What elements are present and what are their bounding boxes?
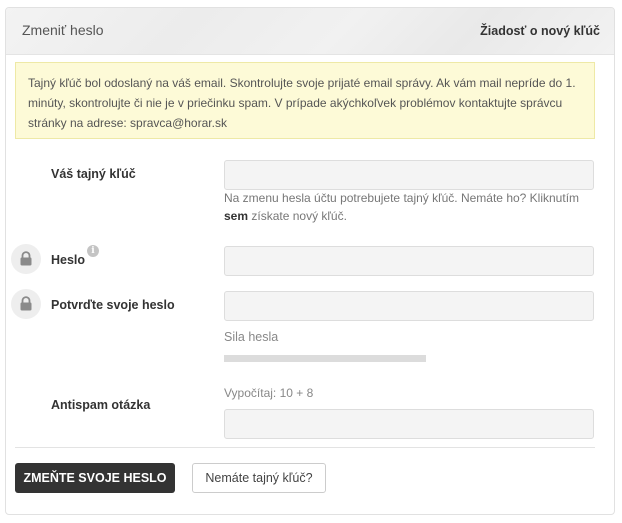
no-secret-key-button[interactable]: Nemáte tajný kľúč?	[192, 463, 326, 493]
panel-title: Zmeniť heslo	[22, 22, 104, 38]
password-lock-icon	[11, 244, 41, 274]
alert-text: Tajný kľúč bol odoslaný na váš email. Sk…	[28, 76, 576, 130]
help-text-before: Na zmenu hesla účtu potrebujete tajný kľ…	[224, 191, 580, 205]
antispam-label: Antispam otázka	[51, 398, 151, 412]
info-icon[interactable]: i	[87, 245, 99, 257]
info-alert: Tajný kľúč bol odoslaný na váš email. Sk…	[15, 62, 595, 139]
panel-header: Zmeniť heslo Žiadosť o nový kľúč	[6, 8, 614, 55]
secret-key-input[interactable]	[224, 160, 594, 190]
password-strength-label: Sila hesla	[224, 330, 279, 344]
help-link-here[interactable]: sem	[224, 209, 248, 223]
divider	[15, 447, 595, 448]
confirm-password-lock-icon	[11, 289, 41, 319]
password-label: Heslo	[51, 253, 86, 267]
request-new-key-link[interactable]: Žiadosť o nový kľúč	[480, 24, 600, 38]
help-text-after: získate nový kľúč.	[251, 209, 347, 223]
confirm-password-label: Potvrďte svoje heslo	[51, 298, 175, 312]
password-input[interactable]	[224, 246, 594, 276]
antispam-input[interactable]	[224, 409, 594, 439]
confirm-password-input[interactable]	[224, 291, 594, 321]
antispam-question: Vypočítaj: 10 + 8	[224, 386, 314, 400]
secret-key-label: Váš tajný kľúč	[51, 167, 136, 181]
change-password-button[interactable]: ZMEŇTE SVOJE HESLO	[15, 463, 175, 493]
secret-key-help: Na zmenu hesla účtu potrebujete tajný kľ…	[224, 189, 594, 225]
password-strength-bar	[224, 355, 426, 362]
